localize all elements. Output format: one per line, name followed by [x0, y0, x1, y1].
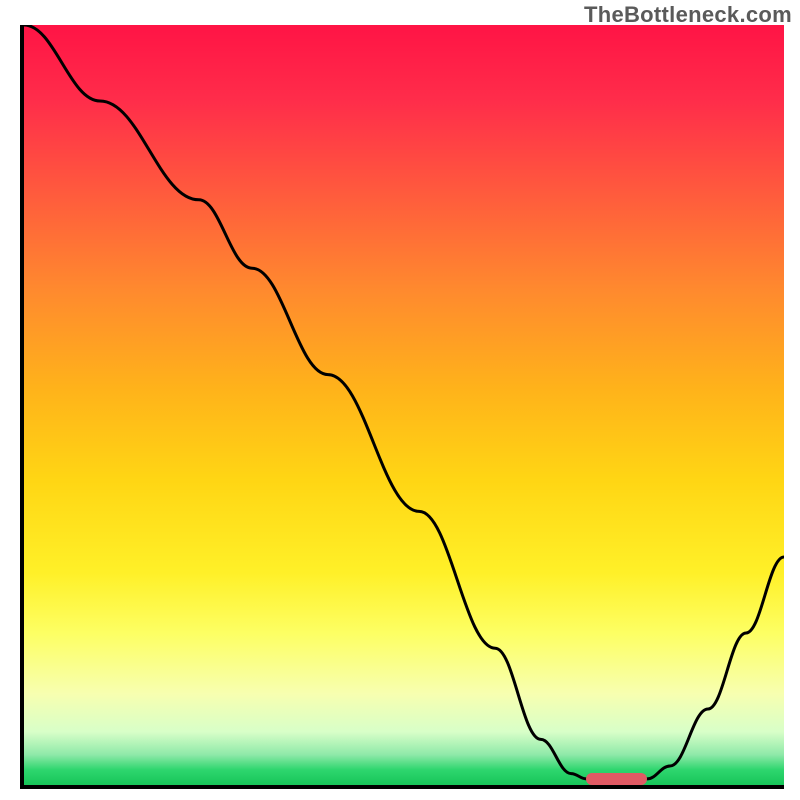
watermark-text: TheBottleneck.com [584, 2, 792, 28]
chart-container: TheBottleneck.com [0, 0, 800, 800]
bottleneck-curve [24, 25, 784, 785]
optimal-range-marker [586, 773, 647, 785]
plot-area [20, 25, 784, 789]
